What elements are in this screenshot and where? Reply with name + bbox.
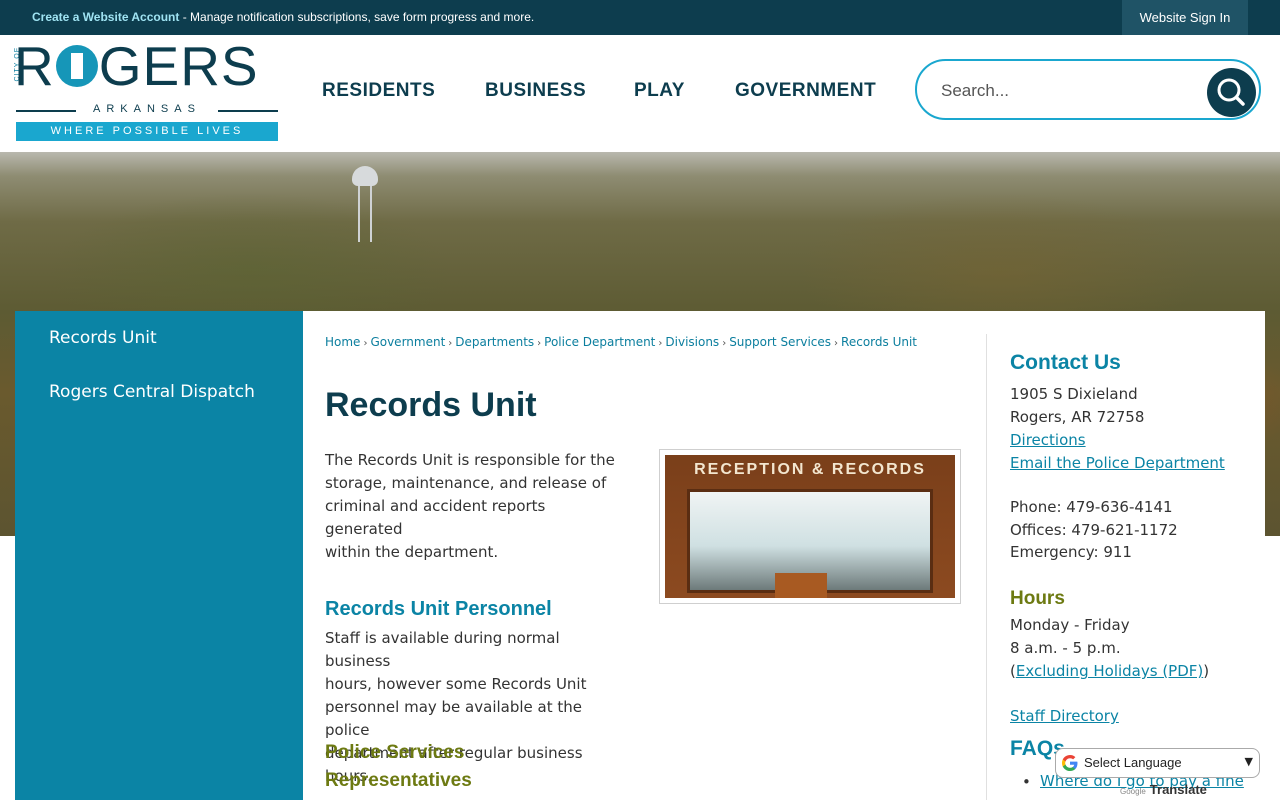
intro-line: storage, maintenance, and release of — [325, 474, 607, 492]
breadcrumb-separator: › — [448, 338, 453, 349]
breadcrumb-records-unit[interactable]: Records Unit — [841, 335, 917, 349]
language-select[interactable]: Select Language ▼ — [1055, 748, 1260, 778]
city-logo[interactable]: CITY OF R GERS ARKANSAS WHERE POSSIBLE LI… — [14, 35, 278, 141]
logo-tagline: WHERE POSSIBLE LIVES — [16, 122, 278, 141]
breadcrumb-divisions[interactable]: Divisions — [665, 335, 719, 349]
contact-heading: Contact Us — [1010, 351, 1121, 374]
logo-letters: GERS — [98, 35, 259, 97]
search-button[interactable] — [1207, 68, 1256, 117]
personnel-heading: Records Unit Personnel — [325, 598, 552, 620]
personnel-line: Staff is available during normal busines… — [325, 629, 560, 670]
nav-business[interactable]: BUSINESS — [485, 80, 586, 102]
police-services-heading-line: Police Services — [325, 742, 465, 763]
website-sign-in-button[interactable]: Website Sign In — [1122, 0, 1248, 35]
logo-letter-r: R — [14, 35, 55, 97]
intro-paragraph: The Records Unit is responsible for the … — [325, 449, 625, 564]
intro-line: within the department. — [325, 543, 499, 561]
breadcrumb-separator: › — [834, 338, 839, 349]
breadcrumb-police-department[interactable]: Police Department — [544, 335, 655, 349]
staff-directory-link[interactable]: Staff Directory — [1010, 707, 1119, 725]
logo-state: ARKANSAS — [16, 103, 278, 117]
account-message-text: - Manage notification subscriptions, sav… — [179, 10, 535, 24]
logo-wordmark: R GERS — [14, 35, 259, 97]
breadcrumb-separator: › — [722, 338, 727, 349]
email-police-link[interactable]: Email the Police Department — [1010, 454, 1225, 472]
google-label: Google — [1120, 787, 1146, 796]
holidays-paren-close: ) — [1203, 662, 1210, 680]
directions-link[interactable]: Directions — [1010, 431, 1086, 449]
search-icon — [1217, 78, 1245, 106]
breadcrumb-departments[interactable]: Departments — [455, 335, 534, 349]
breadcrumb-support-services[interactable]: Support Services — [729, 335, 831, 349]
powered-by-google-translate[interactable]: Google Translate — [1120, 782, 1207, 797]
sidebar-item-records-unit[interactable]: Records Unit — [49, 328, 157, 348]
google-g-icon — [1062, 755, 1078, 771]
create-account-link[interactable]: Create a Website Account — [32, 10, 179, 24]
account-message: Create a Website Account - Manage notifi… — [32, 0, 534, 35]
nav-government[interactable]: GOVERNMENT — [735, 80, 876, 102]
photo-sign-text: RECEPTION & RECORDS — [694, 461, 926, 478]
personnel-line: hours, however some Records Unit — [325, 675, 587, 693]
hours-heading: Hours — [1010, 588, 1065, 609]
holidays-pdf-link[interactable]: Excluding Holidays (PDF) — [1016, 662, 1203, 680]
breadcrumb-home[interactable]: Home — [325, 335, 360, 349]
breadcrumb-government[interactable]: Government — [370, 335, 445, 349]
sidebar-item-central-dispatch[interactable]: Rogers Central Dispatch — [49, 382, 255, 402]
police-services-heading: Police Services Representatives — [325, 739, 472, 795]
reception-records-photo: RECEPTION & RECORDS — [659, 449, 961, 604]
chevron-down-icon: ▼ — [1244, 755, 1253, 768]
intro-line: criminal and accident reports generated — [325, 497, 546, 538]
water-tower-graphic — [352, 166, 378, 242]
hours-days: Monday - Friday — [1010, 616, 1130, 634]
police-services-heading-line: Representatives — [325, 770, 472, 791]
intro-line: The Records Unit is responsible for the — [325, 451, 615, 469]
side-navigation: Records Unit Rogers Central Dispatch — [15, 311, 303, 800]
language-select-label: Select Language — [1084, 755, 1182, 770]
breadcrumb-separator: › — [363, 338, 368, 349]
site-header: CITY OF R GERS ARKANSAS WHERE POSSIBLE LI… — [0, 35, 1280, 152]
translate-label: Translate — [1149, 782, 1207, 797]
contact-emergency: Emergency: 911 — [1010, 543, 1132, 561]
page-title: Records Unit — [325, 386, 537, 424]
search-input[interactable] — [939, 77, 1193, 105]
contact-address-1: 1905 S Dixieland — [1010, 385, 1138, 403]
column-divider — [986, 334, 987, 800]
contact-offices: Offices: 479-621-1172 — [1010, 521, 1178, 539]
top-utility-bar: Create a Website Account - Manage notifi… — [0, 0, 1280, 35]
personnel-line: personnel may be available at the police — [325, 698, 582, 739]
contact-address-2: Rogers, AR 72758 — [1010, 408, 1145, 426]
nav-play[interactable]: PLAY — [634, 80, 685, 102]
holidays-line: (Excluding Holidays (PDF)) — [1010, 662, 1209, 680]
nav-residents[interactable]: RESIDENTS — [322, 80, 435, 102]
breadcrumb-separator: › — [658, 338, 663, 349]
breadcrumb: Home › Government › Departments › Police Depar… — [325, 335, 917, 349]
faq-bullet: • — [1022, 773, 1031, 791]
site-search — [915, 59, 1261, 120]
logo-o-mark — [55, 45, 98, 87]
breadcrumb-separator: › — [537, 338, 542, 349]
contact-phone: Phone: 479-636-4141 — [1010, 498, 1173, 516]
hours-time: 8 a.m. - 5 p.m. — [1010, 639, 1121, 657]
